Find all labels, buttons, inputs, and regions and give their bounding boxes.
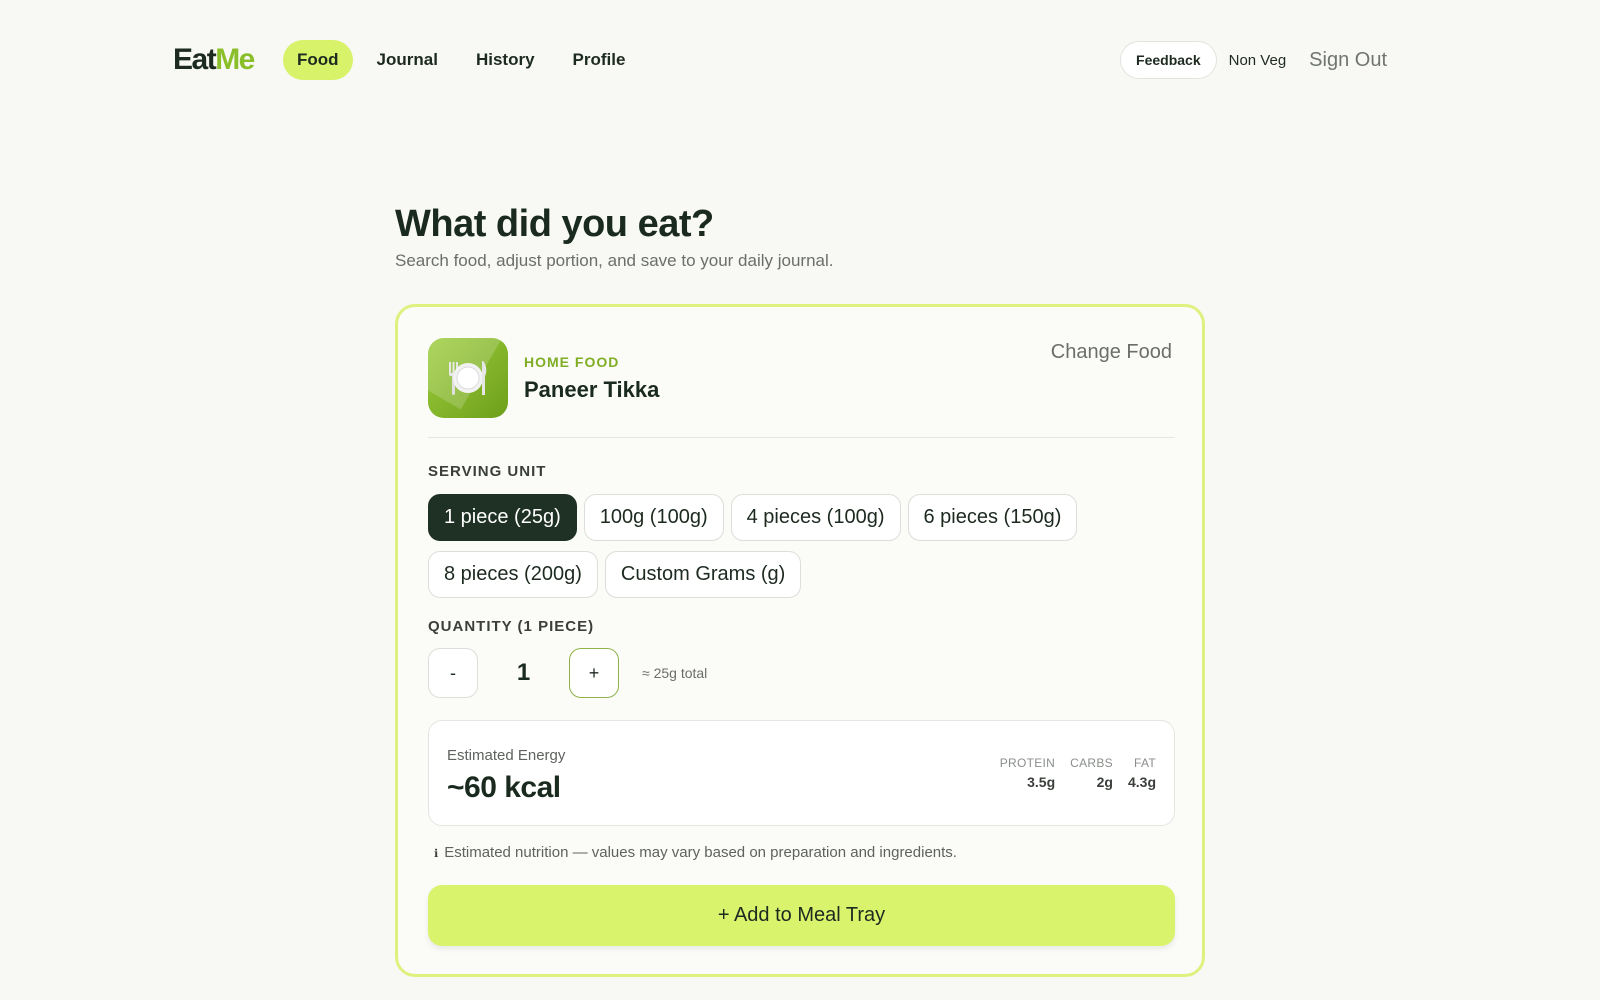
plate-cutlery-icon xyxy=(428,338,508,418)
feedback-button[interactable]: Feedback xyxy=(1120,41,1217,79)
nav-right: Feedback Non Veg Sign Out xyxy=(1120,41,1387,79)
change-food-button[interactable]: Change Food xyxy=(1051,341,1172,364)
macro-carbs: CARBS 2g xyxy=(1070,756,1113,790)
macro-value: 3.5g xyxy=(1027,774,1056,790)
serving-unit-options: 1 piece (25g) 100g (100g) 4 pieces (100g) 6… xyxy=(428,494,1188,608)
quantity-total-grams: ≈ 25g total xyxy=(642,665,708,681)
info-icon: ℹ xyxy=(434,848,439,860)
food-name: Paneer Tikka xyxy=(524,377,660,402)
energy-value: ~60 kcal xyxy=(447,771,561,804)
nav-journal[interactable]: Journal xyxy=(363,40,452,80)
nav-history[interactable]: History xyxy=(462,40,549,80)
food-category: HOME FOOD xyxy=(524,354,620,370)
top-nav: EatMe Food Journal History Profile Feedb… xyxy=(0,0,1600,120)
nav-links: Food Journal History Profile xyxy=(283,40,649,80)
unit-option-8-pieces[interactable]: 8 pieces (200g) xyxy=(428,551,598,598)
nutrition-disclaimer: ℹ Estimated nutrition — values may vary b… xyxy=(434,844,957,861)
sign-out-link[interactable]: Sign Out xyxy=(1309,49,1387,72)
quantity-value: 1 xyxy=(516,659,531,686)
nav-profile[interactable]: Profile xyxy=(559,40,640,80)
macro-label: FAT xyxy=(1133,756,1156,770)
serving-unit-label: SERVING UNIT xyxy=(428,463,547,480)
macro-label: PROTEIN xyxy=(999,756,1056,770)
disclaimer-text: Estimated nutrition — values may vary ba… xyxy=(444,844,957,861)
macros: PROTEIN 3.5g CARBS 2g FAT 4.3g xyxy=(985,756,1156,790)
energy-label: Estimated Energy xyxy=(447,747,566,764)
eatme-logo[interactable]: EatMe xyxy=(173,42,255,78)
macro-value: 4.3g xyxy=(1127,774,1156,790)
diet-preference-toggle[interactable]: Non Veg xyxy=(1229,52,1287,69)
page-title: What did you eat? xyxy=(395,203,714,245)
quantity-decrease-button[interactable]: - xyxy=(428,648,478,698)
page-subtitle: Search food, adjust portion, and save to… xyxy=(395,251,834,270)
divider xyxy=(428,437,1175,438)
quantity-increase-button[interactable]: + xyxy=(569,648,619,698)
logo-eat: Eat xyxy=(173,43,217,76)
unit-option-custom-grams[interactable]: Custom Grams (g) xyxy=(604,551,802,598)
macro-fat: FAT 4.3g xyxy=(1128,756,1156,790)
macro-value: 2g xyxy=(1096,774,1113,790)
unit-option-6-pieces[interactable]: 6 pieces (150g) xyxy=(907,494,1078,541)
quantity-label: QUANTITY (1 PIECE) xyxy=(428,618,595,635)
macro-label: CARBS xyxy=(1070,756,1113,770)
unit-option-1-piece[interactable]: 1 piece (25g) xyxy=(428,494,577,541)
add-to-meal-tray-button[interactable]: + Add to Meal Tray xyxy=(428,885,1175,946)
nav-food[interactable]: Food xyxy=(283,40,353,80)
unit-option-4-pieces[interactable]: 4 pieces (100g) xyxy=(730,494,901,541)
unit-option-100g[interactable]: 100g (100g) xyxy=(583,494,724,541)
macro-protein: PROTEIN 3.5g xyxy=(1000,756,1055,790)
logo-me: Me xyxy=(215,43,255,76)
energy-summary: Estimated Energy ~60 kcal PROTEIN 3.5g C… xyxy=(428,720,1175,826)
quantity-stepper: - 1 + ≈ 25g total xyxy=(428,648,828,698)
food-entry-card: HOME FOOD Paneer Tikka Change Food SERVI… xyxy=(395,304,1205,977)
